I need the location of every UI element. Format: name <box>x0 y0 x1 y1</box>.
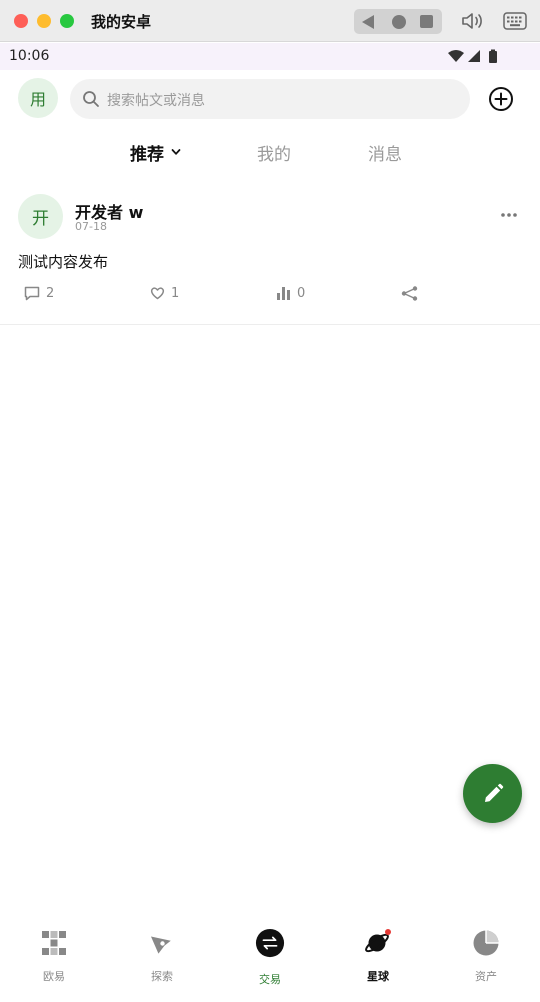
nav-explore-label: 探索 <box>151 970 173 983</box>
add-circle-icon[interactable] <box>488 86 514 112</box>
share-icon <box>401 285 418 301</box>
window-title: 我的安卓 <box>91 13 152 31</box>
nav-trade-label: 交易 <box>259 973 281 986</box>
comment-count: 2 <box>46 285 55 301</box>
keyboard-icon[interactable] <box>503 12 527 30</box>
nav-planet[interactable]: 星球 <box>324 915 432 1002</box>
search-icon <box>83 91 99 107</box>
tab-recommended[interactable]: 推荐 <box>130 140 164 165</box>
wifi-icon <box>448 50 464 62</box>
nav-okx-label: 欧易 <box>43 970 65 983</box>
nav-explore[interactable]: 探索 <box>108 915 216 1002</box>
battery-icon <box>489 51 497 63</box>
back-icon[interactable] <box>362 15 374 29</box>
comment-button[interactable]: 2 <box>24 285 54 301</box>
minimize-window-button[interactable] <box>37 14 51 28</box>
device-nav-controls <box>354 9 442 34</box>
share-button[interactable] <box>401 285 418 301</box>
user-avatar[interactable]: 用 <box>18 78 58 118</box>
compass-icon <box>150 936 171 954</box>
maximize-window-button[interactable] <box>60 14 74 28</box>
bottom-navigation: 欧易 探索 交易 星球 资产 <box>0 915 540 1002</box>
chevron-down-icon[interactable] <box>171 148 181 156</box>
home-icon[interactable] <box>392 15 406 29</box>
views-indicator: 0 <box>276 285 305 301</box>
window-titlebar: 我的安卓 <box>0 0 540 42</box>
nav-assets[interactable]: 资产 <box>432 915 540 1002</box>
like-button[interactable]: 1 <box>150 285 179 301</box>
comment-icon <box>24 286 40 300</box>
search-placeholder: 搜索帖文或消息 <box>107 93 205 109</box>
tab-mine[interactable]: 我的 <box>257 140 291 165</box>
swap-icon <box>255 928 285 958</box>
status-bar: 10:06 <box>0 43 540 70</box>
post-content[interactable]: 测试内容发布 <box>18 251 108 272</box>
like-count: 1 <box>171 285 180 301</box>
more-options-icon[interactable] <box>500 212 518 218</box>
tab-messages[interactable]: 消息 <box>368 140 402 165</box>
heart-icon <box>150 287 165 300</box>
planet-icon <box>365 929 391 953</box>
post-author-avatar[interactable]: 开 <box>18 194 63 239</box>
pie-chart-icon <box>473 930 499 956</box>
recents-icon[interactable] <box>420 15 433 28</box>
status-icons <box>448 49 497 63</box>
volume-icon[interactable] <box>461 10 485 32</box>
nav-okx[interactable]: 欧易 <box>0 915 108 1002</box>
bar-chart-icon <box>277 287 290 300</box>
nav-planet-label: 星球 <box>367 970 389 983</box>
view-count: 0 <box>297 285 306 301</box>
post-divider <box>0 324 540 325</box>
status-time: 10:06 <box>9 48 50 64</box>
compose-post-button[interactable] <box>463 764 522 823</box>
pencil-icon <box>484 783 503 802</box>
nav-trade[interactable]: 交易 <box>216 915 324 1002</box>
nav-assets-label: 资产 <box>475 970 497 983</box>
okx-logo-icon <box>42 931 66 955</box>
search-input[interactable]: 搜索帖文或消息 <box>70 79 470 119</box>
close-window-button[interactable] <box>14 14 28 28</box>
post-date: 07-18 <box>75 220 107 233</box>
signal-icon <box>468 50 480 62</box>
